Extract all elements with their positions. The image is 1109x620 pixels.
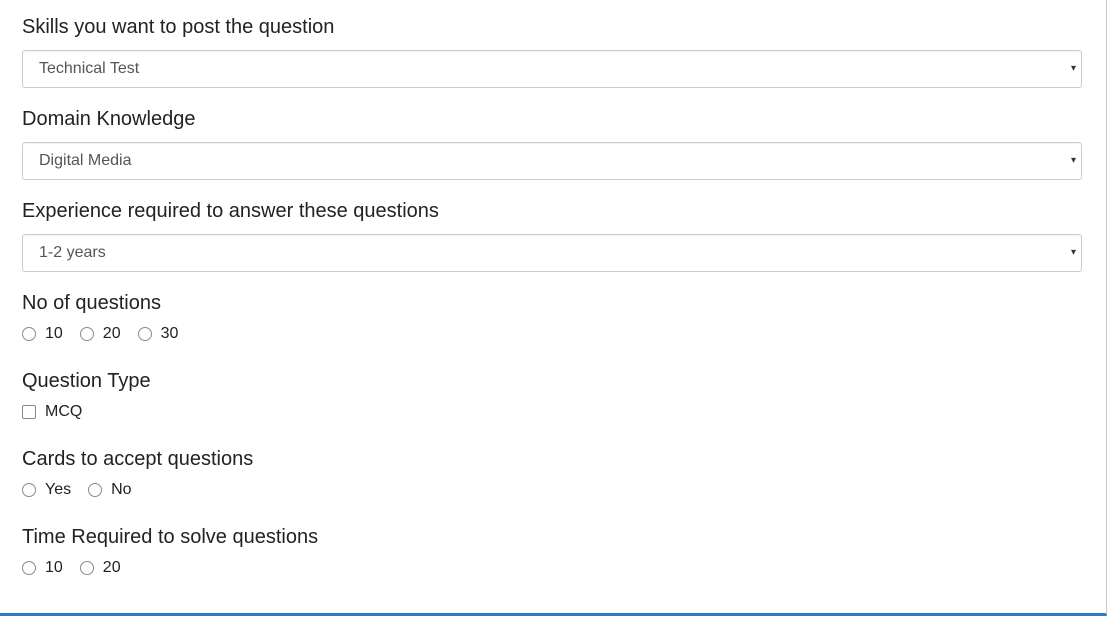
domain-select[interactable]: Digital Media ▾ [22,142,1082,180]
question-type-label: Question Type [22,370,151,392]
domain-selected-value: Digital Media [39,152,132,169]
time-required-group: Time Required to solve questions 10 20 [22,524,1082,602]
experience-label: Experience required to answer these ques… [22,200,439,222]
cards-options: Yes No [22,480,1082,500]
option-label: 20 [102,559,121,576]
option-label: No [111,481,132,498]
time-required-option-10[interactable]: 10 [22,558,63,578]
radio-button[interactable] [22,561,36,575]
option-label: MCQ [45,403,83,420]
skills-label: Skills you want to post the question [22,16,335,38]
experience-group: Experience required to answer these ques… [22,198,1082,272]
chevron-down-icon: ▾ [1070,63,1076,74]
question-type-group: Question Type MCQ [22,368,1082,446]
num-questions-option-10[interactable]: 10 [22,324,63,344]
radio-button[interactable] [137,327,152,341]
radio-button[interactable] [22,483,36,497]
cards-option-yes[interactable]: Yes [22,480,71,500]
cards-option-no[interactable]: No [88,480,132,500]
question-type-options: MCQ [22,402,1082,422]
time-required-option-20[interactable]: 20 [79,558,121,578]
radio-button[interactable] [79,561,94,575]
domain-group: Domain Knowledge Digital Media ▾ [22,106,1082,180]
experience-select[interactable]: 1-2 years ▾ [22,234,1082,272]
option-label: 10 [45,559,63,576]
time-required-label: Time Required to solve questions [22,526,319,548]
num-questions-option-30[interactable]: 30 [137,324,179,344]
cards-label: Cards to accept questions [22,448,254,470]
skills-group: Skills you want to post the question Tec… [22,14,1082,88]
option-label: Yes [45,481,72,498]
num-questions-options: 10 20 30 [22,324,1082,344]
chevron-down-icon: ▾ [1070,155,1076,166]
domain-label: Domain Knowledge [22,108,196,130]
num-questions-label: No of questions [22,292,161,314]
experience-selected-value: 1-2 years [39,244,106,261]
radio-button[interactable] [22,327,36,341]
option-label: 10 [45,325,63,342]
question-form: Skills you want to post the question Tec… [22,14,1082,602]
num-questions-group: No of questions 10 20 30 [22,290,1082,368]
skills-selected-value: Technical Test [39,60,140,77]
radio-button[interactable] [88,483,103,497]
radio-button[interactable] [79,327,94,341]
checkbox[interactable] [22,405,36,419]
time-required-options: 10 20 [22,558,1082,578]
option-label: 20 [102,325,121,342]
skills-select[interactable]: Technical Test ▾ [22,50,1082,88]
num-questions-option-20[interactable]: 20 [79,324,121,344]
cards-group: Cards to accept questions Yes No [22,446,1082,524]
chevron-down-icon: ▾ [1070,247,1076,258]
question-type-option-mcq[interactable]: MCQ [22,402,82,422]
option-label: 30 [160,325,179,342]
